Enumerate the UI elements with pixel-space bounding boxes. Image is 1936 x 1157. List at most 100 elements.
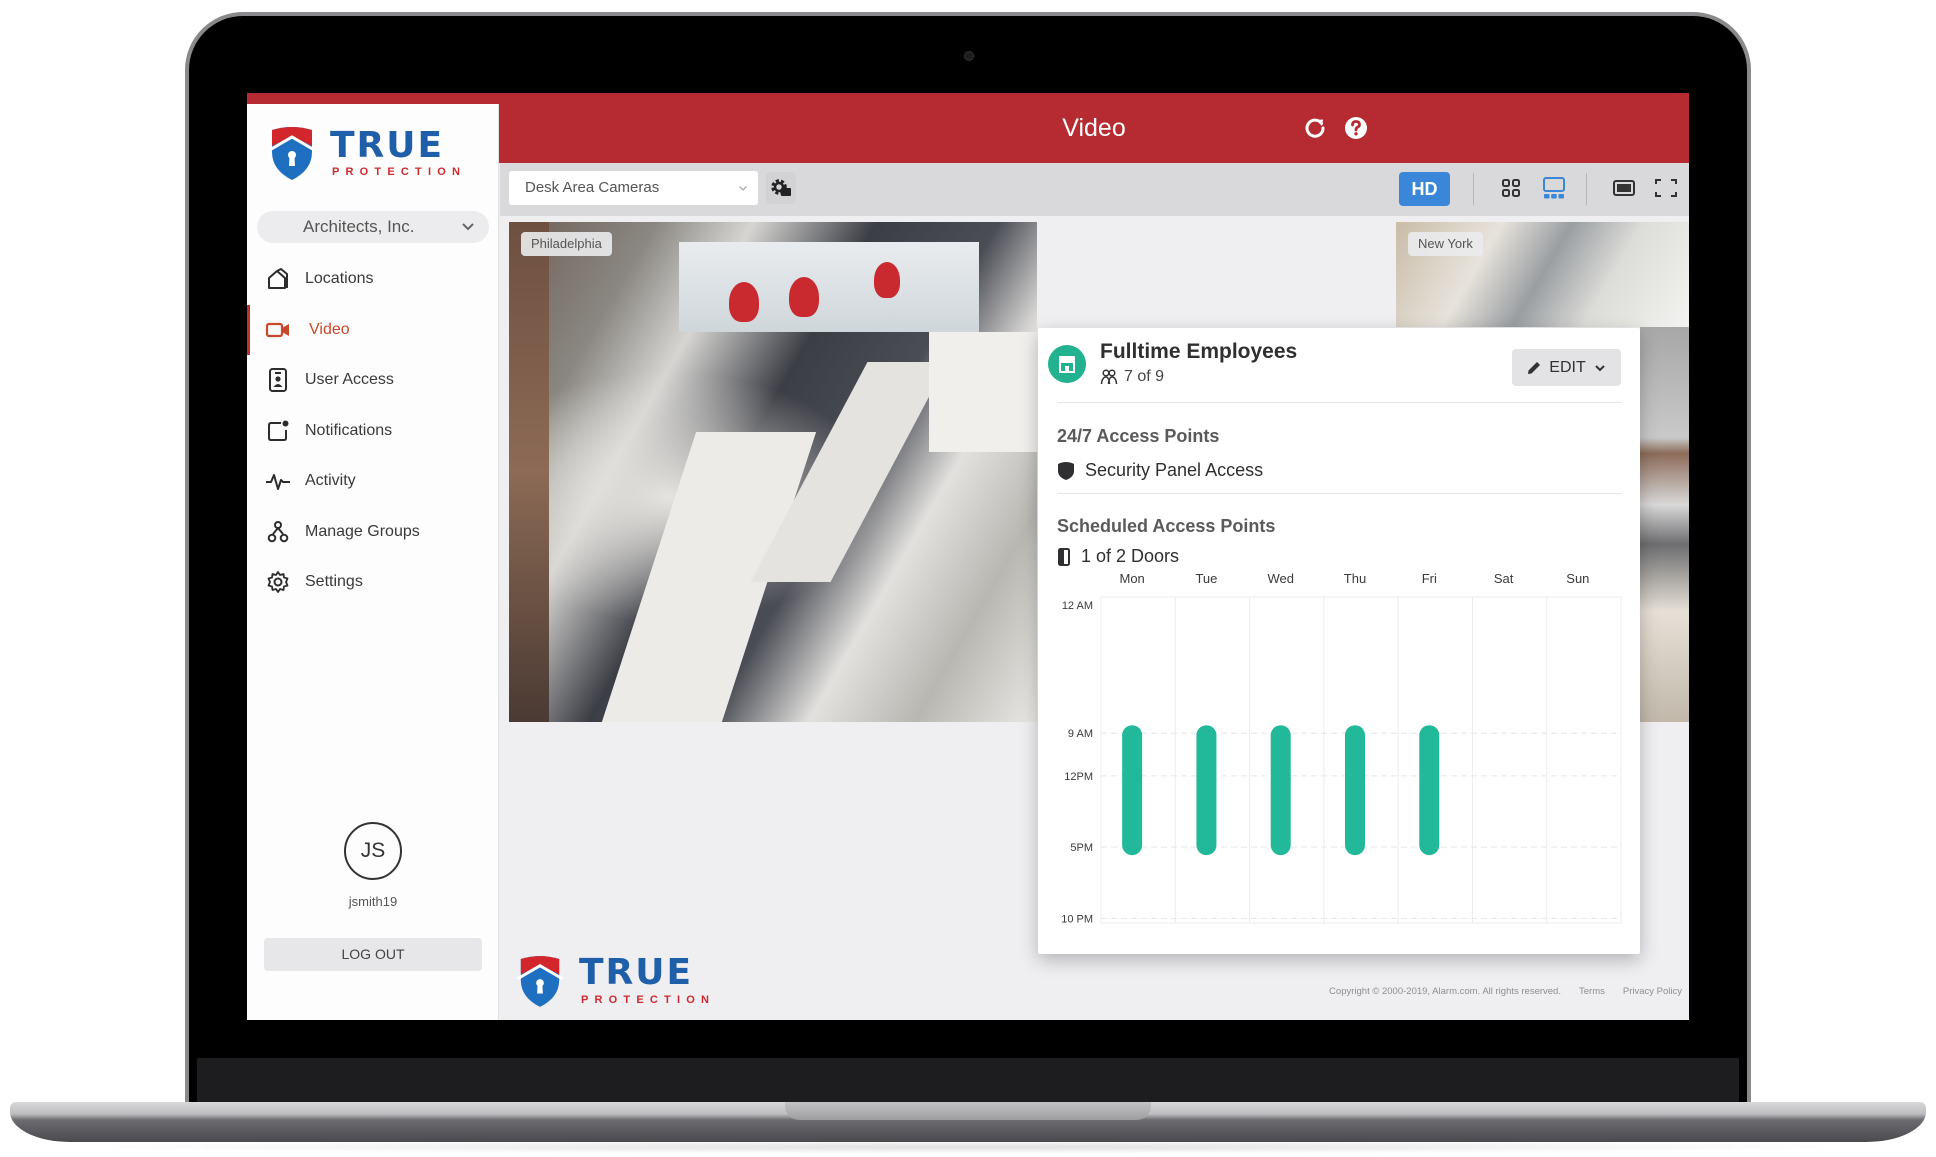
access-group-card: Fulltime Employees 7 of 9 EDIT 24/7 Acce…	[1038, 328, 1640, 954]
sidebar-item-label: Settings	[305, 573, 363, 591]
account-dropdown[interactable]: Architects, Inc.	[257, 211, 489, 243]
sidebar-nav: Locations Video User Access Notification…	[247, 254, 499, 608]
schedule-bar	[1270, 725, 1291, 856]
camera-settings-button[interactable]	[766, 172, 796, 204]
webcam	[964, 51, 974, 61]
gear-icon	[265, 569, 291, 595]
copyright-text: Copyright © 2000-2019, Alarm.com. All ri…	[1329, 986, 1561, 997]
storefront-icon	[1048, 345, 1086, 383]
always-access-item: Security Panel Access	[1057, 460, 1263, 481]
schedule-bar	[1419, 725, 1440, 856]
sidebar-item-label: User Access	[305, 371, 394, 389]
schedule-chart: 12 AM 9 AM 12PM 5PM 10 PM Mon Tue Wed Thu Fri Sat S…	[1038, 556, 1640, 954]
gear-folder-icon	[771, 179, 791, 196]
footer-brand-logo: TRUE PROTECTION	[517, 955, 727, 1011]
app-screen: Video TRUE PROTECTION Architects, Inc. L…	[247, 93, 1689, 1020]
camera-feed-new-york[interactable]: New York	[1396, 222, 1689, 327]
groups-icon	[265, 519, 291, 545]
y-tick-label: 10 PM	[1061, 913, 1093, 925]
sidebar-item-settings[interactable]: Settings	[247, 557, 499, 608]
badge-icon	[265, 367, 291, 393]
refresh-icon[interactable]	[1302, 115, 1328, 141]
shield-icon	[1058, 461, 1074, 480]
help-icon[interactable]	[1343, 115, 1369, 141]
x-tick-label: Wed	[1267, 571, 1294, 586]
laptop-shadow	[60, 1140, 1876, 1154]
windows	[679, 242, 979, 332]
brick-wall	[509, 222, 549, 722]
edit-label: EDIT	[1549, 358, 1586, 376]
y-tick-label: 5PM	[1070, 842, 1093, 854]
sidebar-item-locations[interactable]: Locations	[247, 254, 499, 305]
page-title: Video	[1062, 114, 1126, 142]
chevron-down-icon	[739, 186, 747, 191]
account-name: Architects, Inc.	[303, 217, 415, 236]
laptop-notch	[785, 1102, 1151, 1120]
theater-mode-icon[interactable]	[1611, 175, 1637, 201]
hd-toggle-button[interactable]: HD	[1399, 172, 1450, 206]
x-tick-label: Sun	[1566, 571, 1589, 586]
fullscreen-icon[interactable]	[1653, 175, 1679, 201]
camera-group-value: Desk Area Cameras	[525, 179, 660, 196]
x-tick-label: Mon	[1119, 571, 1144, 586]
brand-name: TRUE	[579, 952, 694, 993]
sidebar-item-label: Manage Groups	[305, 522, 420, 540]
notification-icon	[265, 418, 291, 444]
always-access-title: 24/7 Access Points	[1057, 426, 1220, 446]
edit-dropdown-button[interactable]: EDIT	[1512, 349, 1621, 386]
brand-tagline: PROTECTION	[581, 994, 716, 1006]
member-count: 7 of 9	[1124, 368, 1165, 385]
sidebar: TRUE PROTECTION Architects, Inc. Locatio…	[247, 104, 499, 1020]
camera-feed-philadelphia[interactable]: Philadelphia	[509, 222, 1037, 722]
scheduled-access-title: Scheduled Access Points	[1057, 516, 1276, 536]
x-tick-label: Sat	[1494, 571, 1514, 586]
sidebar-item-user-access[interactable]: User Access	[247, 355, 499, 406]
sidebar-item-label: Locations	[305, 270, 374, 288]
red-chair	[789, 277, 819, 317]
user-profile: JS jsmith19	[247, 822, 499, 909]
schedule-bar	[1196, 725, 1217, 856]
schedule-chart-svg: 12 AM 9 AM 12PM 5PM 10 PM Mon Tue Wed Thu Fri Sat S…	[1061, 571, 1622, 925]
activity-icon	[265, 468, 291, 494]
laptop-mockup: Video TRUE PROTECTION Architects, Inc. L…	[0, 0, 1936, 1157]
shield-logo-icon	[517, 956, 563, 1007]
username: jsmith19	[348, 894, 398, 909]
camera-group-select[interactable]: Desk Area Cameras	[509, 171, 758, 205]
sidebar-item-label: Notifications	[305, 421, 393, 439]
feed-label: New York	[1408, 232, 1483, 256]
sidebar-item-activity[interactable]: Activity	[247, 456, 499, 507]
video-camera-icon	[265, 317, 291, 343]
x-tick-label: Fri	[1422, 571, 1437, 586]
sidebar-item-notifications[interactable]: Notifications	[247, 406, 499, 457]
video-toolbar: Desk Area Cameras HD	[500, 163, 1689, 216]
schedule-bar	[1122, 725, 1143, 856]
always-access-label: Security Panel Access	[1085, 460, 1264, 480]
sidebar-item-label: Video	[309, 320, 350, 338]
privacy-link[interactable]: Privacy Policy	[1623, 986, 1682, 997]
red-chair	[874, 262, 900, 298]
toolbar-divider	[1473, 173, 1474, 205]
divider	[1057, 402, 1621, 403]
sidebar-item-manage-groups[interactable]: Manage Groups	[247, 507, 499, 558]
sidebar-item-label: Activity	[305, 472, 356, 490]
toolbar-divider	[1586, 173, 1587, 205]
shield-logo-icon	[268, 127, 316, 180]
sidebar-item-video[interactable]: Video	[247, 304, 499, 356]
red-chair	[729, 282, 759, 322]
featured-layout-icon[interactable]	[1541, 175, 1567, 201]
wall	[929, 332, 1037, 452]
schedule-bar	[1345, 725, 1365, 856]
terms-link[interactable]: Terms	[1579, 986, 1605, 997]
chevron-down-icon	[1595, 364, 1605, 371]
avatar[interactable]: JS	[344, 822, 402, 880]
laptop-chin	[197, 1058, 1739, 1102]
chevron-down-icon	[462, 223, 474, 231]
grid-layout-icon[interactable]	[1498, 175, 1524, 201]
camera-feed-thumbnail[interactable]	[1640, 327, 1689, 722]
group-title: Fulltime Employees	[1100, 340, 1298, 363]
y-tick-label: 12 AM	[1062, 600, 1093, 612]
logout-button[interactable]: LOG OUT	[264, 938, 482, 971]
brand-logo: TRUE PROTECTION	[268, 126, 478, 186]
people-icon	[1100, 369, 1118, 385]
footer: Copyright © 2000-2019, Alarm.com. All ri…	[1329, 986, 1682, 997]
